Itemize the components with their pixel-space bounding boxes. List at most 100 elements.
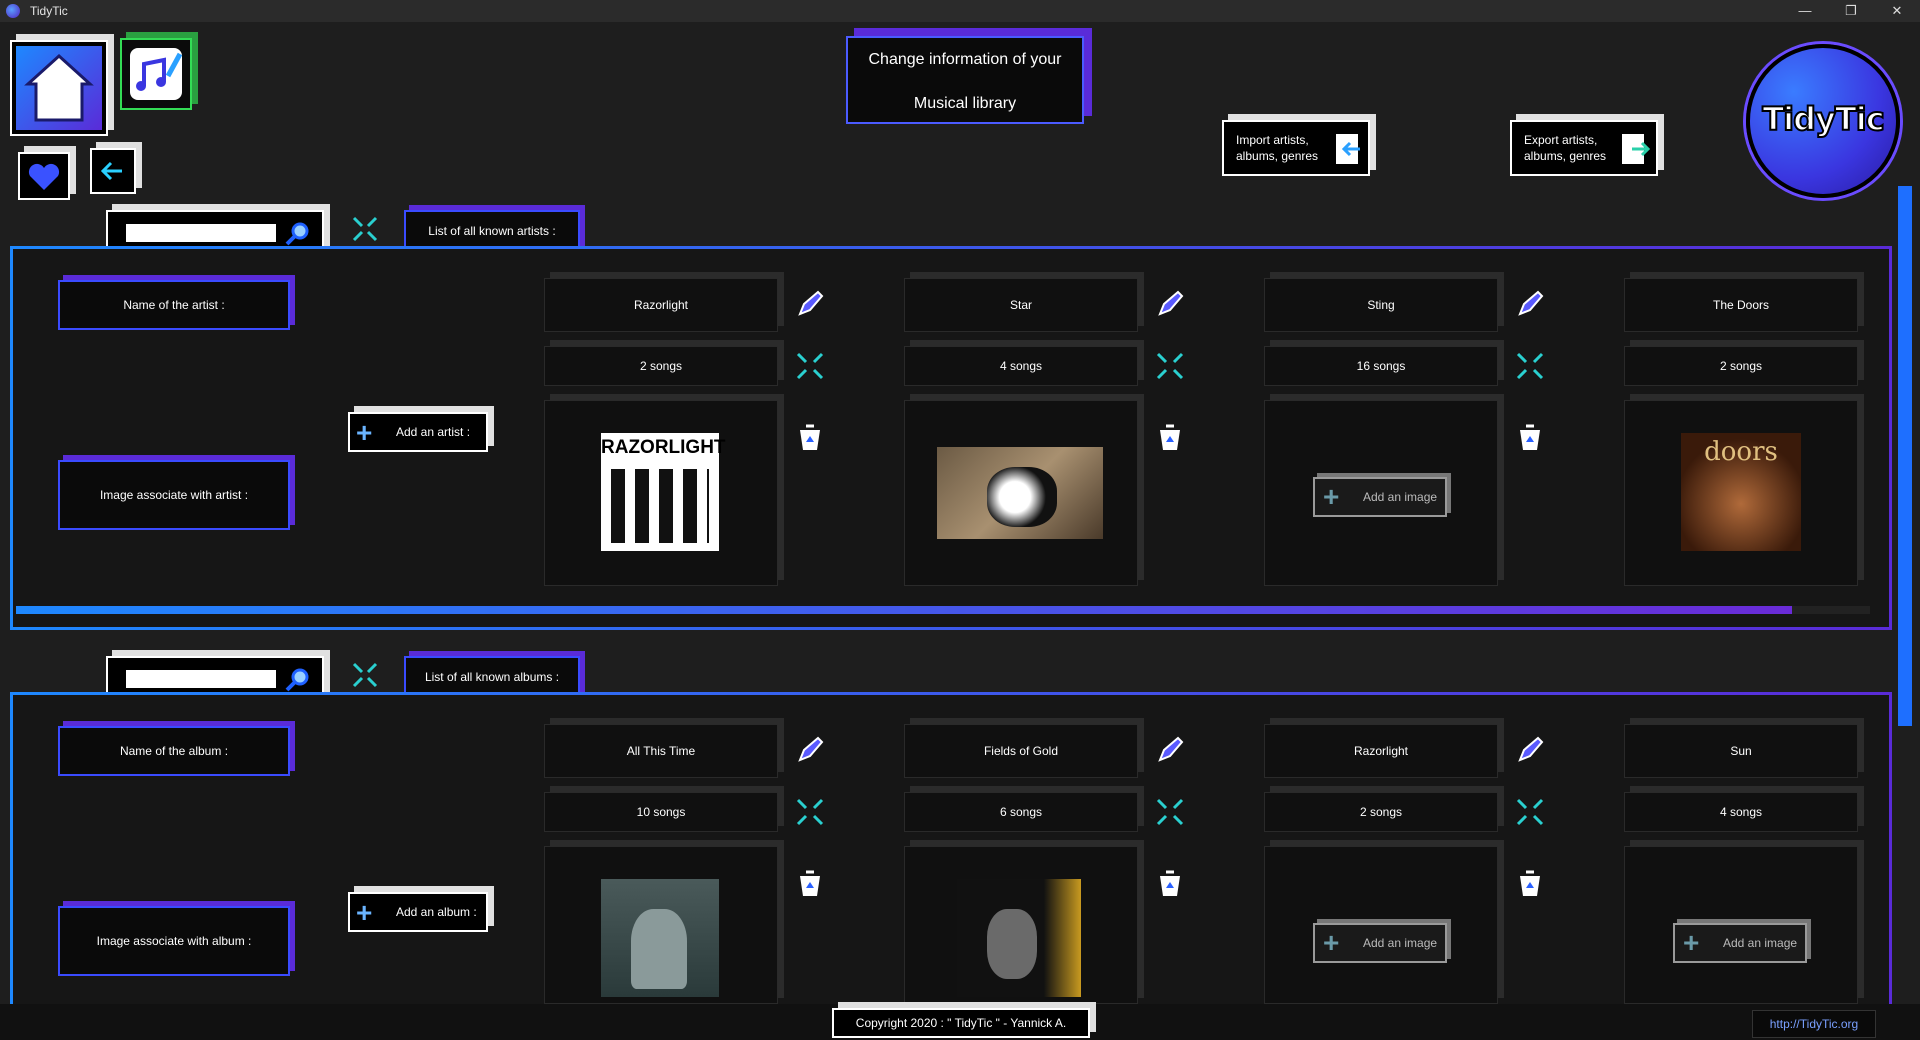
scrollbar-thumb[interactable]	[16, 606, 1792, 614]
album-search-input[interactable]	[126, 670, 276, 688]
artists-tab-label: List of all known artists :	[428, 224, 556, 238]
add-artist-button[interactable]: + Add an artist :	[348, 412, 488, 452]
album-name-label-text: Name of the album :	[119, 744, 229, 758]
album-name: Sun	[1730, 744, 1752, 758]
add-image-button[interactable]: + Add an image	[1673, 923, 1807, 963]
artist-name-cell[interactable]: Star	[904, 278, 1138, 332]
add-album-label: Add an album :	[396, 905, 477, 919]
copyright-text: Copyright 2020 : " TidyTic " - Yannick A…	[855, 1016, 1067, 1030]
add-album-button[interactable]: + Add an album :	[348, 892, 488, 932]
artist-name-cell[interactable]: Sting	[1264, 278, 1498, 332]
pencil-icon[interactable]	[794, 734, 826, 766]
add-image-label: Add an image	[1363, 936, 1438, 950]
export-label-line1: Export artists,	[1524, 133, 1598, 147]
pencil-icon[interactable]	[1514, 288, 1546, 320]
website-link-text[interactable]: http://TidyTic.org	[1770, 1017, 1858, 1031]
all-this-time-cover	[601, 879, 719, 997]
artists-horizontal-scrollbar[interactable]	[16, 606, 1870, 614]
album-name-cell[interactable]: Fields of Gold	[904, 724, 1138, 778]
album-name-cell[interactable]: Razorlight	[1264, 724, 1498, 778]
back-button[interactable]	[90, 148, 136, 194]
export-label-line2: albums, genres	[1524, 149, 1607, 163]
album-count-cell: 6 songs	[904, 792, 1138, 832]
expand-icon[interactable]	[1514, 796, 1546, 828]
artist-name: Razorlight	[633, 298, 689, 312]
expand-icon[interactable]	[1154, 350, 1186, 382]
artist-name-cell[interactable]: The Doors	[1624, 278, 1858, 332]
expand-icon[interactable]	[350, 214, 380, 244]
pencil-icon[interactable]	[794, 288, 826, 320]
logo-text: TidyTic	[1761, 99, 1885, 139]
dog-photo	[937, 447, 1103, 539]
search-icon[interactable]	[284, 220, 312, 248]
pencil-icon[interactable]	[1154, 288, 1186, 320]
album-image-label: Image associate with album :	[58, 906, 290, 976]
website-link[interactable]: http://TidyTic.org	[1752, 1010, 1876, 1038]
plus-icon: +	[1323, 927, 1340, 958]
music-edit-button[interactable]	[120, 38, 192, 110]
album-image-cell	[904, 846, 1138, 1004]
home-button[interactable]	[10, 40, 108, 136]
artist-image-cell: + Add an image	[1264, 400, 1498, 586]
minimize-button[interactable]: —	[1782, 0, 1828, 22]
close-button[interactable]: ✕	[1874, 0, 1920, 22]
trash-icon[interactable]	[1154, 422, 1186, 454]
search-icon[interactable]	[284, 666, 312, 694]
artist-image-cell: RAZORLIGHT	[544, 400, 778, 586]
pencil-icon[interactable]	[1154, 734, 1186, 766]
expand-icon[interactable]	[350, 660, 380, 690]
trash-icon[interactable]	[794, 868, 826, 900]
artist-song-count: 2 songs	[639, 359, 683, 373]
artist-count-cell: 2 songs	[1624, 346, 1858, 386]
album-name-label: Name of the album :	[58, 726, 290, 776]
page-title-line1: Change information of your	[868, 51, 1062, 68]
scrollbar-thumb[interactable]	[1898, 186, 1912, 726]
export-button[interactable]: Export artists, albums, genres	[1510, 120, 1658, 176]
add-image-button[interactable]: + Add an image	[1313, 477, 1447, 517]
trash-icon[interactable]	[1514, 422, 1546, 454]
trash-icon[interactable]	[1154, 868, 1186, 900]
maximize-button[interactable]: ❐	[1828, 0, 1874, 22]
page-vertical-scrollbar[interactable]	[1898, 186, 1912, 726]
fields-of-gold-cover	[957, 879, 1081, 997]
add-artist-label: Add an artist :	[396, 425, 471, 439]
home-icon	[16, 46, 102, 130]
expand-icon[interactable]	[794, 350, 826, 382]
back-arrow-icon	[100, 161, 122, 181]
artist-song-count: 16 songs	[1356, 359, 1406, 373]
trash-icon[interactable]	[794, 422, 826, 454]
expand-icon[interactable]	[794, 796, 826, 828]
favorites-button[interactable]	[18, 152, 70, 200]
artist-name: The Doors	[1712, 298, 1770, 312]
plus-icon: +	[1323, 481, 1340, 512]
album-name-cell[interactable]: Sun	[1624, 724, 1858, 778]
artist-search-input[interactable]	[126, 224, 276, 242]
artist-song-count: 4 songs	[999, 359, 1043, 373]
trash-icon[interactable]	[1514, 868, 1546, 900]
artist-image-label-text: Image associate with artist :	[99, 488, 249, 502]
album-song-count: 2 songs	[1359, 805, 1403, 819]
app-icon	[6, 4, 20, 18]
album-name: Fields of Gold	[983, 744, 1059, 758]
artist-image-cell: doors	[1624, 400, 1858, 586]
artist-name-cell[interactable]: Razorlight	[544, 278, 778, 332]
export-icon	[1622, 134, 1651, 164]
plus-icon: +	[1683, 927, 1700, 958]
artist-count-cell: 16 songs	[1264, 346, 1498, 386]
album-song-count: 6 songs	[999, 805, 1043, 819]
pencil-icon[interactable]	[1514, 734, 1546, 766]
artist-image-label: Image associate with artist :	[58, 460, 290, 530]
import-label-line1: Import artists,	[1236, 133, 1309, 147]
album-count-cell: 4 songs	[1624, 792, 1858, 832]
album-image-cell: + Add an image	[1624, 846, 1858, 1004]
page-title-line2: Musical library	[913, 95, 1017, 112]
copyright-box: Copyright 2020 : " TidyTic " - Yannick A…	[832, 1008, 1090, 1038]
album-name-cell[interactable]: All This Time	[544, 724, 778, 778]
import-button[interactable]: Import artists, albums, genres	[1222, 120, 1370, 176]
expand-icon[interactable]	[1154, 796, 1186, 828]
add-image-button[interactable]: + Add an image	[1313, 923, 1447, 963]
album-name: Razorlight	[1353, 744, 1409, 758]
album-image-cell	[544, 846, 778, 1004]
expand-icon[interactable]	[1514, 350, 1546, 382]
doors-artwork: doors	[1681, 433, 1801, 551]
